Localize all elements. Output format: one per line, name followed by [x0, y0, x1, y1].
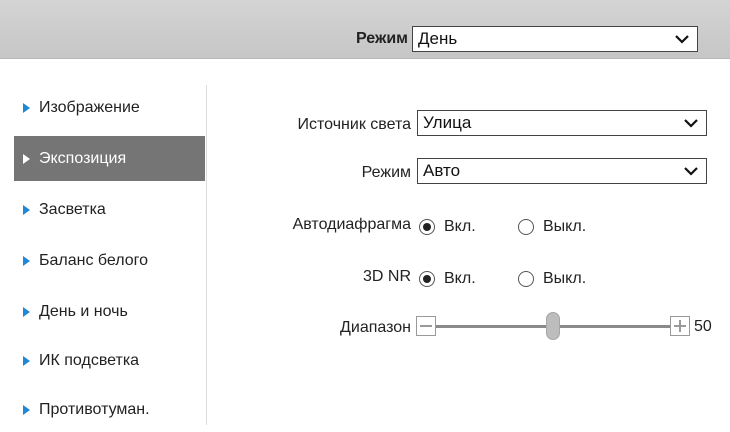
sidebar-item-label: ИК подсветка [39, 352, 140, 369]
auto-iris-on-radio[interactable] [419, 219, 435, 235]
triangle-right-icon [23, 307, 30, 317]
3d-nr-label: 3D NR [362, 268, 411, 285]
triangle-right-icon [23, 356, 30, 366]
triangle-right-icon [23, 256, 30, 266]
minus-icon [420, 325, 432, 327]
triangle-right-icon [23, 405, 30, 415]
sidebar-item-ir-light[interactable]: ИК подсветка [14, 338, 205, 383]
sidebar-item-image[interactable]: Изображение [14, 85, 205, 130]
range-increase-button[interactable] [670, 316, 690, 336]
sidebar: Изображение Экспозиция Засветка Баланс б… [0, 85, 207, 425]
range-value: 50 [694, 318, 712, 335]
sidebar-item-label: Противотуман. [39, 401, 150, 418]
3d-nr-on-radio[interactable] [419, 271, 435, 287]
plus-icon [674, 320, 686, 332]
radio-selected-dot [423, 275, 431, 283]
top-mode-label: Режим [356, 30, 408, 47]
sidebar-item-defog[interactable]: Противотуман. [14, 387, 205, 432]
top-mode-value: День [418, 29, 458, 48]
exposure-mode-select[interactable]: Авто [417, 158, 707, 184]
triangle-right-icon [23, 103, 30, 113]
chevron-down-icon [675, 35, 689, 44]
sidebar-item-day-night[interactable]: День и ночь [14, 289, 205, 334]
auto-iris-on-label: Вкл. [444, 218, 476, 235]
sidebar-item-label: День и ночь [39, 303, 128, 320]
range-label: Диапазон [340, 319, 411, 336]
light-source-label: Источник света [297, 116, 411, 133]
sidebar-item-white-balance[interactable]: Баланс белого [14, 238, 205, 283]
triangle-right-icon [23, 205, 30, 215]
light-source-value: Улица [423, 113, 472, 132]
sidebar-item-label: Баланс белого [39, 252, 149, 269]
sidebar-item-label: Засветка [39, 201, 106, 218]
chevron-down-icon [684, 119, 698, 128]
sidebar-item-label: Изображение [39, 99, 140, 116]
auto-iris-label: Автодиафрагма [292, 216, 411, 233]
auto-iris-off-radio[interactable] [518, 219, 534, 235]
triangle-right-icon [23, 154, 30, 164]
sidebar-item-backlight[interactable]: Засветка [14, 187, 205, 232]
chevron-down-icon [684, 167, 698, 176]
3d-nr-off-label: Выкл. [543, 270, 587, 287]
top-mode-select[interactable]: День [412, 26, 698, 52]
3d-nr-on-label: Вкл. [444, 270, 476, 287]
exposure-mode-value: Авто [423, 161, 461, 180]
sidebar-item-label: Экспозиция [39, 150, 127, 167]
auto-iris-off-label: Выкл. [543, 218, 587, 235]
sidebar-item-exposure[interactable]: Экспозиция [14, 136, 205, 181]
top-toolbar: Режим День [0, 0, 730, 59]
radio-selected-dot [423, 223, 431, 231]
3d-nr-off-radio[interactable] [518, 271, 534, 287]
range-slider-thumb[interactable] [546, 312, 560, 340]
exposure-mode-label: Режим [361, 164, 411, 181]
range-decrease-button[interactable] [416, 316, 436, 336]
light-source-select[interactable]: Улица [417, 110, 707, 136]
